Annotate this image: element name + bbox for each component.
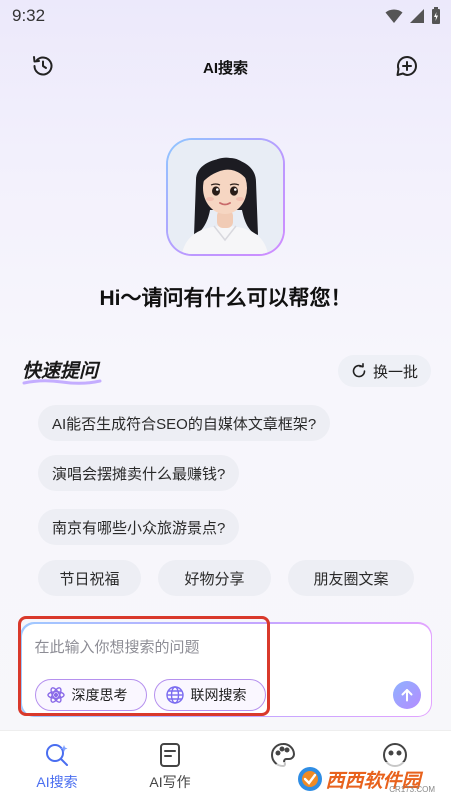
deep-think-toggle[interactable]: 深度思考 [34, 678, 147, 711]
deep-think-label: 深度思考 [71, 686, 128, 703]
status-bar: 9:32 [0, 0, 451, 32]
quick-question-item[interactable]: 演唱会摆摊卖什么最赚钱? [38, 455, 240, 491]
atom-icon [46, 686, 65, 703]
new-chat-button[interactable] [393, 52, 421, 80]
globe-icon [165, 685, 184, 704]
title-underline-decoration [22, 379, 102, 385]
avatar-illustration [168, 140, 283, 254]
signal-icon [410, 9, 424, 23]
watermark-emblem-icon [298, 767, 323, 791]
search-sparkle-icon [46, 744, 68, 766]
watermark-subtext: CR173.COM [389, 785, 435, 794]
watermark-logo: 西西软件园 CR173.COM [275, 762, 443, 796]
quick-question-item[interactable]: AI能否生成符合SEO的自媒体文章框架? [38, 405, 331, 441]
nav-label: AI搜索 [36, 774, 78, 790]
nav-ai-writing[interactable]: AI写作 [130, 741, 210, 792]
search-input[interactable] [34, 635, 395, 660]
document-icon [160, 743, 180, 767]
quick-question-item[interactable]: 南京有哪些小众旅游景点? [38, 509, 240, 545]
greeting-text: Hi～请问有什么可以帮您！ [99, 287, 352, 310]
send-button[interactable] [392, 680, 421, 709]
web-search-label: 联网搜索 [190, 686, 247, 703]
topic-tag[interactable]: 朋友圈文案 [288, 560, 414, 596]
search-input-card: 深度思考 联网搜索 [20, 622, 432, 717]
topic-tag[interactable]: 好物分享 [158, 560, 271, 596]
nav-label: AI写作 [149, 774, 191, 790]
add-chat-icon [396, 56, 417, 76]
avatar-image [168, 140, 283, 254]
topic-tag[interactable]: 节日祝福 [38, 560, 141, 596]
refresh-label: 换一批 [372, 363, 418, 381]
status-time: 9:32 [12, 6, 46, 25]
status-icons [385, 7, 441, 25]
web-search-toggle[interactable]: 联网搜索 [153, 678, 266, 711]
page-title: AI搜索 [202, 60, 248, 77]
refresh-icon [352, 363, 366, 378]
assistant-avatar [166, 138, 285, 256]
wifi-icon [385, 9, 403, 23]
app-header: AI搜索 [0, 48, 451, 84]
refresh-questions-button[interactable]: 换一批 [337, 355, 431, 387]
search-input-inner: 深度思考 联网搜索 [21, 623, 431, 716]
battery-icon [432, 7, 440, 24]
nav-ai-search[interactable]: AI搜索 [17, 741, 97, 792]
arrow-up-icon [401, 688, 412, 701]
